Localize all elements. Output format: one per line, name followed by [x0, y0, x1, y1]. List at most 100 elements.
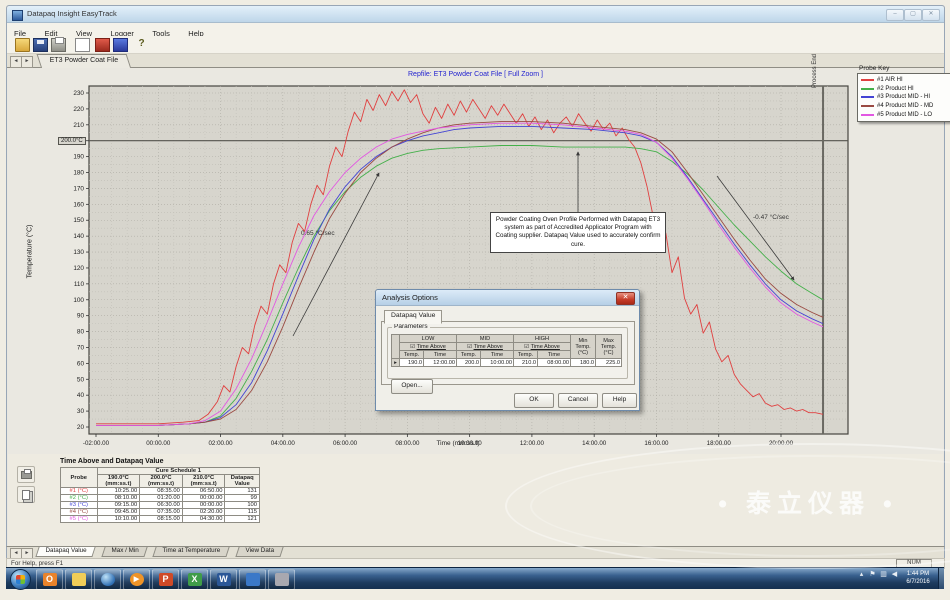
device-app-icon	[275, 573, 289, 586]
dialog-close-icon[interactable]: ✕	[616, 292, 635, 305]
probe-5-label: #5 (°C)	[61, 516, 98, 523]
results-panel: Time Above and Datapaq Value Probe Cure …	[8, 454, 943, 552]
taskbar-app-word[interactable]: W	[210, 569, 237, 590]
svg-text:00:00.00: 00:00.00	[146, 440, 171, 447]
refline-label: 200.0°C	[58, 137, 86, 145]
toolbar: ?	[7, 36, 944, 54]
min-temp-value[interactable]: 180.0	[571, 359, 596, 367]
volume-icon[interactable]: ◀	[891, 571, 898, 579]
analysis-options-dialog[interactable]: Analysis Options ✕ Datapaq Value Paramet…	[375, 289, 640, 411]
title-bar[interactable]: Datapaq Insight EasyTrack – ▢ ✕	[7, 6, 944, 23]
table-row[interactable]: #1 (°C) 10:25.0008:35.00 06:50.00131	[61, 488, 260, 495]
taskbar-app-powerpoint[interactable]: P	[152, 569, 179, 590]
table-row[interactable]: #3 (°C) 09:15.0006:30.00 00:00.00100	[61, 502, 260, 509]
row-selector-header	[392, 335, 400, 359]
open-button[interactable]: Open...	[391, 379, 433, 394]
save-icon[interactable]	[33, 38, 48, 52]
annotation-note[interactable]: Powder Coating Oven Profile Performed wi…	[490, 212, 666, 253]
col-190: 190.0°C(mm:ss.t)	[97, 475, 140, 488]
close-button[interactable]: ✕	[922, 9, 940, 21]
tab-scroll-right-icon[interactable]: ►	[21, 56, 33, 68]
probe-4-label: #4 (°C)	[61, 509, 98, 516]
screenshot-root: Datapaq Insight EasyTrack – ▢ ✕ File Edi…	[0, 0, 950, 600]
mid-temp-value[interactable]: 200.0	[457, 359, 481, 367]
taskbar-app-device-app[interactable]	[268, 569, 295, 590]
low-time-value[interactable]: 12:00.00	[424, 359, 457, 367]
legend-label: #3 Product MID - HI	[877, 94, 930, 100]
blue-sphere-app-icon	[101, 573, 115, 586]
heat-rate-label: 0.65 °C/sec	[301, 230, 335, 237]
taskbar-app-excel[interactable]: X	[181, 569, 208, 590]
low-temp-value[interactable]: 190.0	[400, 359, 424, 367]
taskbar-app-media-player[interactable]: ▶	[123, 569, 150, 590]
probe-2-label: #2 (°C)	[61, 495, 98, 502]
table-row[interactable]: #4 (°C) 09:45.0007:35.00 02:20.00115	[61, 509, 260, 516]
copy-table-button[interactable]	[17, 486, 35, 503]
max-temp-value[interactable]: 225.0	[596, 359, 622, 367]
tab-time-at-temperature[interactable]: Time at Temperature	[153, 547, 230, 557]
col-group-mid: MID	[457, 335, 514, 343]
cancel-button[interactable]: Cancel	[558, 393, 598, 408]
svg-text:60: 60	[77, 360, 85, 367]
tab-datapaq-value[interactable]: Datapaq Value	[35, 547, 95, 557]
clock-date: 6/7/2016	[900, 578, 936, 586]
tab-view-data[interactable]: View Data	[235, 547, 283, 557]
open-file-icon[interactable]	[15, 38, 30, 52]
svg-text:30: 30	[77, 408, 85, 415]
y-axis-label: Temperature (°C)	[27, 102, 34, 402]
mid-time-value[interactable]: 10:00.00	[481, 359, 514, 367]
table-row[interactable]: #5 (°C) 10:10.0008:15.00 04:30.00121	[61, 516, 260, 523]
print-icon[interactable]	[51, 38, 66, 52]
svg-text:210: 210	[73, 122, 84, 129]
row-selector[interactable]: ▸	[392, 359, 400, 367]
logger-reset-icon[interactable]	[113, 38, 128, 52]
action-center-icon[interactable]: ⚑	[869, 571, 876, 579]
svg-text:90: 90	[77, 313, 85, 320]
app-window: Datapaq Insight EasyTrack – ▢ ✕ File Edi…	[6, 5, 945, 566]
clock-time: 1:44 PM	[900, 570, 936, 578]
tab-et3-powder-coat-file[interactable]: ET3 Powder Coat File	[37, 54, 132, 69]
maximize-button[interactable]: ▢	[904, 9, 922, 21]
probe-key-legend[interactable]: #1 AIR HI#2 Product HI#3 Product MID - H…	[857, 73, 950, 122]
time-above-low[interactable]: ☑ Time Above	[400, 343, 457, 351]
legend-label: #4 Product MID - MD	[877, 103, 933, 109]
legend-label: #1 AIR HI	[877, 77, 903, 83]
time-above-table[interactable]: Probe Cure Schedule 1 190.0°C(mm:ss.t) 2…	[60, 467, 260, 523]
logger-setup-icon[interactable]	[95, 38, 110, 52]
svg-text:230: 230	[73, 90, 84, 97]
print-table-button[interactable]	[17, 466, 35, 483]
start-button[interactable]	[10, 569, 31, 590]
taskbar-clock[interactable]: 1:44 PM 6/7/2016	[900, 570, 936, 586]
time-above-high[interactable]: ☑ Time Above	[514, 343, 571, 351]
taskbar-app-explorer-folder[interactable]	[65, 569, 92, 590]
help-button[interactable]: Help	[602, 393, 637, 408]
col-200: 200.0°C(mm:ss.t)	[140, 475, 183, 488]
high-temp-value[interactable]: 210.0	[514, 359, 538, 367]
high-temp-subheader: Temp.	[514, 351, 538, 359]
taskbar-app-remote-app[interactable]	[239, 569, 266, 590]
taskbar-app-outlook[interactable]: O	[36, 569, 63, 590]
table-row[interactable]: #2 (°C) 08:10.0001:20.00 00:00.0099	[61, 495, 260, 502]
tab-max-min[interactable]: Max / Min	[101, 547, 148, 557]
dialog-title-bar[interactable]: Analysis Options ✕	[376, 290, 639, 306]
legend-title: Probe Key	[859, 65, 889, 72]
taskbar-app-blue-sphere-app[interactable]	[94, 569, 121, 590]
process-end-label: Process End	[812, 54, 818, 88]
tab-datapaq-value[interactable]: Datapaq Value	[384, 310, 442, 324]
time-above-mid[interactable]: ☑ Time Above	[457, 343, 514, 351]
show-hidden-icons[interactable]: ▴	[858, 571, 865, 579]
col-datapaq-value: DatapaqValue	[225, 475, 260, 488]
minimize-button[interactable]: –	[886, 9, 904, 21]
svg-text:190: 190	[73, 154, 84, 161]
help-icon[interactable]: ?	[135, 38, 148, 50]
parameters-table[interactable]: LOW MID HIGH Min Temp. (°C) Max Temp. (°…	[391, 334, 622, 367]
window-title: Datapaq Insight EasyTrack	[27, 9, 117, 18]
ok-button[interactable]: OK	[514, 393, 554, 408]
download-data-icon[interactable]	[75, 38, 90, 52]
parameters-label: Parameters	[392, 323, 430, 330]
windows-logo-icon	[16, 575, 25, 584]
network-icon[interactable]: ▥	[880, 571, 887, 579]
high-time-value[interactable]: 08:00.00	[538, 359, 571, 367]
show-desktop-button[interactable]	[938, 568, 944, 589]
col-210: 210.0°C(mm:ss.t)	[182, 475, 225, 488]
